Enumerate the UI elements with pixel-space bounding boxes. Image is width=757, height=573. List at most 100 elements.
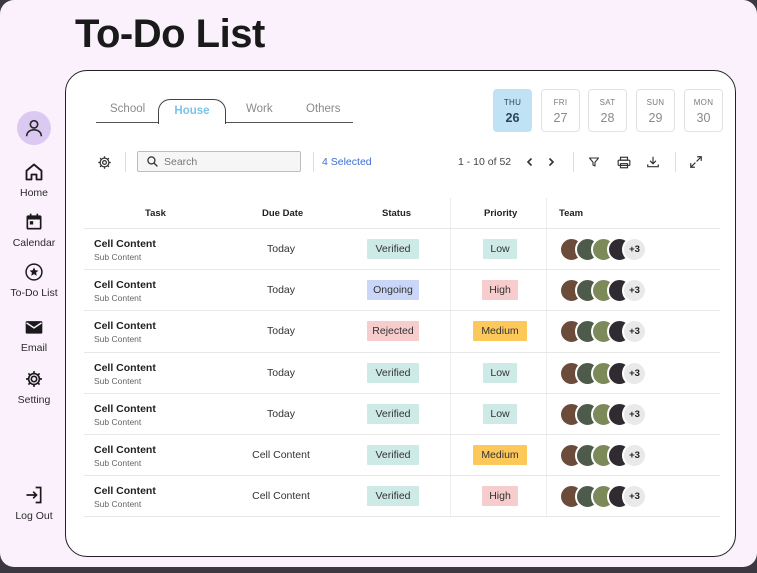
team-more-count: +3 bbox=[622, 237, 647, 262]
due-date: Today bbox=[266, 284, 296, 297]
chevron-left-icon[interactable] bbox=[525, 157, 535, 167]
priority-badge: Low bbox=[483, 239, 517, 259]
day-sun[interactable]: SUN 29 bbox=[636, 89, 675, 132]
day-fri[interactable]: FRI 27 bbox=[541, 89, 580, 132]
header-team: Team bbox=[559, 208, 584, 219]
column-divider bbox=[450, 434, 451, 476]
priority-badge: Medium bbox=[473, 321, 527, 342]
day-number: 30 bbox=[696, 111, 711, 125]
tab-others[interactable]: Others bbox=[306, 103, 341, 115]
column-divider bbox=[546, 229, 547, 270]
logout-icon bbox=[26, 486, 42, 504]
sidebar-item-label: To-Do List bbox=[10, 287, 58, 299]
column-divider bbox=[450, 198, 451, 228]
sidebar-item-home[interactable]: Home bbox=[0, 162, 68, 199]
table-row[interactable]: Cell Content Sub Content Today Ongoing H… bbox=[84, 270, 720, 312]
task-title: Cell Content bbox=[94, 402, 156, 415]
priority-badge: Medium bbox=[473, 444, 527, 465]
table-row[interactable]: Cell Content Sub Content Today Rejected … bbox=[84, 311, 720, 353]
task-title: Cell Content bbox=[94, 320, 156, 333]
table-row[interactable]: Cell Content Sub Content Cell Content Ve… bbox=[84, 476, 720, 518]
task-title: Cell Content bbox=[94, 443, 156, 456]
day-sat[interactable]: SAT 28 bbox=[588, 89, 627, 132]
priority-badge: High bbox=[482, 280, 518, 301]
team-more-count: +3 bbox=[622, 278, 647, 304]
column-divider bbox=[546, 311, 547, 352]
table-header: Task Due Date Status Priority Team bbox=[84, 198, 720, 229]
settings-gear-icon[interactable] bbox=[97, 155, 112, 170]
header-due-date: Due Date bbox=[262, 208, 304, 219]
status-badge: Rejected bbox=[367, 321, 419, 342]
toolbar-divider bbox=[313, 152, 314, 172]
toolbar-divider bbox=[125, 152, 126, 172]
logout-label: Log Out bbox=[15, 510, 53, 522]
task-subtitle: Sub Content bbox=[94, 457, 142, 468]
selected-count-link[interactable]: 4 Selected bbox=[322, 156, 372, 168]
mail-icon bbox=[25, 321, 43, 334]
day-name: THU bbox=[503, 98, 522, 107]
calendar-icon bbox=[26, 213, 42, 230]
column-divider bbox=[450, 393, 451, 434]
star-circle-icon bbox=[25, 263, 43, 281]
sidebar-item-todo[interactable]: To-Do List bbox=[0, 262, 68, 299]
team-more-count: +3 bbox=[622, 484, 647, 510]
sidebar-item-label: Calendar bbox=[12, 237, 56, 249]
column-divider bbox=[450, 311, 451, 352]
task-title: Cell Content bbox=[94, 279, 156, 292]
due-date: Cell Content bbox=[252, 448, 310, 461]
pagination-text: 1 - 10 of 52 bbox=[458, 156, 512, 168]
team-more-count: +3 bbox=[622, 442, 647, 468]
table-row[interactable]: Cell Content Sub Content Today Verified … bbox=[84, 352, 720, 394]
due-date: Today bbox=[266, 407, 296, 420]
search-input[interactable] bbox=[164, 154, 294, 169]
expand-icon[interactable] bbox=[689, 155, 703, 169]
due-date: Today bbox=[266, 366, 296, 379]
tab-house[interactable]: House bbox=[158, 99, 226, 124]
page-title: To-Do List bbox=[75, 12, 265, 56]
due-date: Today bbox=[266, 325, 296, 338]
task-subtitle: Sub Content bbox=[94, 252, 142, 262]
task-title: Cell Content bbox=[94, 238, 156, 250]
task-table: Task Due Date Status Priority Team Cell … bbox=[84, 198, 720, 518]
status-badge: Verified bbox=[367, 362, 419, 383]
day-name: FRI bbox=[553, 98, 568, 107]
toolbar-divider bbox=[573, 152, 574, 172]
column-divider bbox=[546, 198, 547, 228]
priority-badge: Low bbox=[483, 403, 517, 424]
table-row[interactable]: Cell Content Sub Content Today Verified … bbox=[84, 393, 720, 435]
table-row[interactable]: Cell Content Sub Content Today Verified … bbox=[84, 229, 720, 271]
day-number: 27 bbox=[553, 111, 568, 125]
download-icon[interactable] bbox=[646, 155, 660, 169]
task-subtitle: Sub Content bbox=[94, 375, 142, 386]
chevron-right-icon[interactable] bbox=[546, 157, 556, 167]
print-icon[interactable] bbox=[617, 156, 631, 169]
sidebar-item-calendar[interactable]: Calendar bbox=[0, 212, 68, 249]
day-name: SUN bbox=[646, 98, 665, 107]
table-row[interactable]: Cell Content Sub Content Cell Content Ve… bbox=[84, 434, 720, 477]
tab-work[interactable]: Work bbox=[246, 103, 273, 115]
sidebar-item-email[interactable]: Email bbox=[0, 317, 68, 354]
category-tabs: School House Work Others bbox=[96, 97, 353, 124]
gear-icon bbox=[26, 371, 42, 387]
column-divider bbox=[546, 476, 547, 517]
task-subtitle: Sub Content bbox=[94, 499, 142, 510]
sidebar-item-setting[interactable]: Setting bbox=[0, 369, 68, 406]
search-box[interactable] bbox=[137, 151, 301, 172]
column-divider bbox=[546, 270, 547, 311]
user-icon bbox=[25, 119, 43, 137]
logout-button[interactable]: Log Out bbox=[0, 485, 68, 522]
due-date: Cell Content bbox=[252, 490, 310, 503]
day-name: SAT bbox=[599, 98, 616, 107]
filter-icon[interactable] bbox=[588, 156, 600, 168]
column-divider bbox=[450, 270, 451, 311]
day-number: 28 bbox=[600, 111, 615, 125]
tab-school[interactable]: School bbox=[110, 103, 145, 115]
day-thu[interactable]: THU 26 bbox=[493, 89, 532, 132]
status-badge: Verified bbox=[367, 486, 419, 507]
avatar[interactable] bbox=[17, 111, 51, 145]
task-title: Cell Content bbox=[94, 361, 156, 374]
main-panel: School House Work Others THU 26 FRI 27 S… bbox=[65, 70, 736, 557]
column-divider bbox=[546, 434, 547, 476]
header-status: Status bbox=[382, 208, 412, 219]
day-mon[interactable]: MON 30 bbox=[684, 89, 723, 132]
